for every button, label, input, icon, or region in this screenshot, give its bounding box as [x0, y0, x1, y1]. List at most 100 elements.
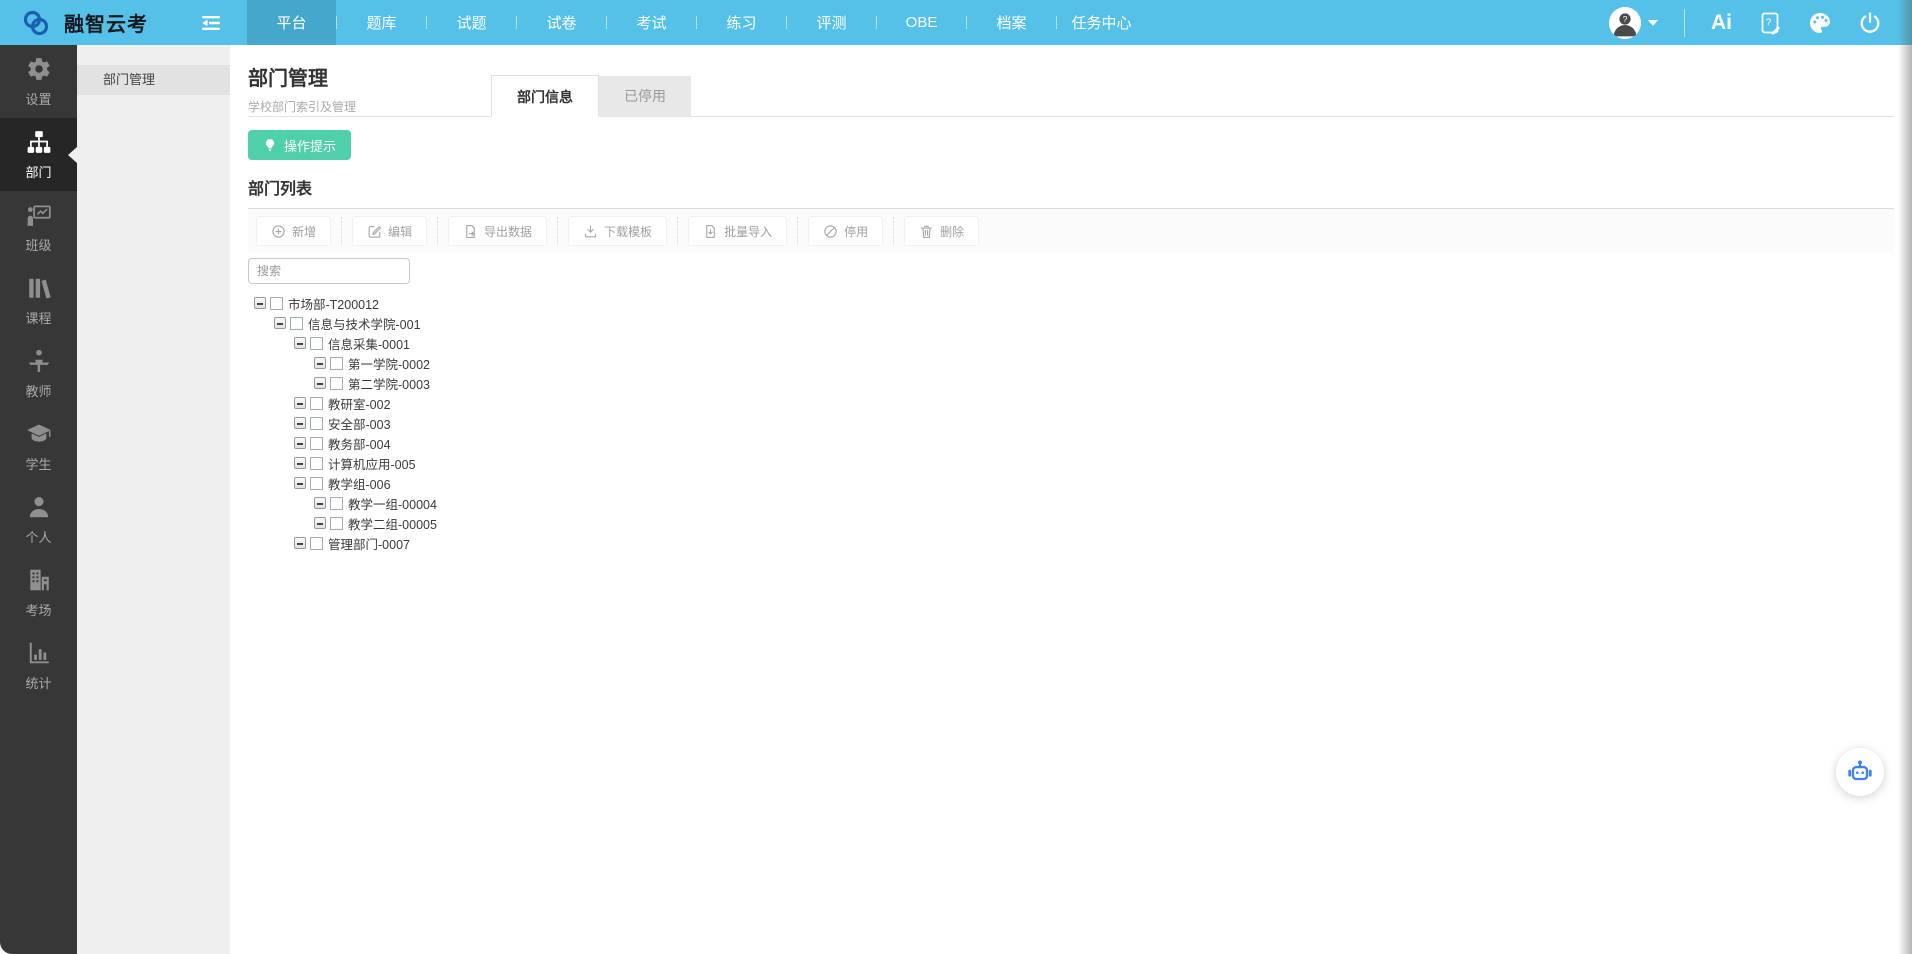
collapse-toggle-icon[interactable]	[294, 337, 306, 349]
tree-checkbox[interactable]	[330, 356, 343, 370]
nav-item-task-center[interactable]: 任务中心	[1057, 0, 1146, 45]
download-template-button[interactable]: 下载模板	[568, 216, 668, 246]
tab-disabled[interactable]: 已停用	[599, 76, 691, 117]
nav-item-papers[interactable]: 试卷	[517, 0, 606, 45]
collapse-toggle-icon[interactable]	[294, 437, 306, 449]
tree-node-label[interactable]: 教务部-004	[328, 434, 391, 453]
tree-node-label[interactable]: 教学二组-00005	[348, 514, 437, 533]
tree-node-label[interactable]: 第一学院-0002	[348, 354, 430, 373]
export-data-button[interactable]: 导出数据	[448, 216, 548, 246]
chatbot-fab[interactable]	[1836, 748, 1884, 796]
power-logout-icon[interactable]	[1858, 11, 1882, 35]
tree-node-label[interactable]: 教学一组-00004	[348, 494, 437, 513]
collapse-toggle-icon[interactable]	[274, 317, 286, 329]
nav-item-evaluation[interactable]: 评测	[787, 0, 876, 45]
avatar[interactable]: ?	[1609, 6, 1641, 39]
collapse-menu-icon[interactable]	[199, 11, 223, 35]
collapse-toggle-icon[interactable]	[294, 417, 306, 429]
brand: 融智云考	[0, 7, 185, 39]
tree-node[interactable]: 信息与技术学院-001	[248, 313, 1894, 333]
sidebar-item-label: 学生	[25, 456, 52, 472]
tree-node[interactable]: 教学组-006	[248, 473, 1894, 493]
export-data-button-label: 导出数据	[484, 224, 533, 239]
sidebar-item-teacher[interactable]: 教师	[0, 337, 77, 410]
tree-node[interactable]: 教务部-004	[248, 433, 1894, 453]
theme-palette-icon[interactable]	[1808, 11, 1832, 35]
sidebar-item-settings[interactable]: 设置	[0, 45, 77, 118]
collapse-toggle-icon[interactable]	[314, 497, 326, 509]
tree-checkbox[interactable]	[310, 476, 323, 490]
feedback-doc-icon[interactable]: ?	[1758, 11, 1782, 35]
edit-icon	[368, 225, 382, 238]
collapse-toggle-icon[interactable]	[314, 517, 326, 529]
nav-item-exams[interactable]: 考试	[607, 0, 696, 45]
collapse-toggle-icon[interactable]	[294, 397, 306, 409]
tree-node[interactable]: 计算机应用-005	[248, 453, 1894, 473]
tree-checkbox[interactable]	[310, 536, 323, 550]
tree-node[interactable]: 安全部-003	[248, 413, 1894, 433]
tab-department-info[interactable]: 部门信息	[491, 75, 599, 117]
tree-node-label[interactable]: 安全部-003	[328, 414, 391, 433]
sidebar-item-class[interactable]: 班级	[0, 191, 77, 264]
batch-import-button[interactable]: 批量导入	[688, 216, 788, 246]
tree-node[interactable]: 第一学院-0002	[248, 353, 1894, 373]
nav-item-archives[interactable]: 档案	[967, 0, 1056, 45]
top-nav: 平台 题库 试题 试卷 考试 练习 评测 OBE 档案 任务中心	[247, 0, 1146, 45]
tree-node[interactable]: 市场部-T200012	[248, 293, 1894, 313]
collapse-toggle-icon[interactable]	[294, 457, 306, 469]
delete-button[interactable]: 删除	[904, 216, 980, 246]
tree-checkbox[interactable]	[310, 416, 323, 430]
tree-node-label[interactable]: 第二学院-0003	[348, 374, 430, 393]
nav-item-platform[interactable]: 平台	[247, 0, 336, 45]
tree-node-label[interactable]: 管理部门-0007	[328, 534, 410, 553]
sidebar-item-exam-room[interactable]: 考场	[0, 556, 77, 629]
edit-button-label: 编辑	[388, 224, 413, 239]
ban-icon	[824, 224, 837, 238]
disable-button[interactable]: 停用	[808, 216, 884, 246]
tree-checkbox[interactable]	[310, 396, 323, 410]
user-menu[interactable]: ?	[1609, 6, 1658, 39]
tree-node[interactable]: 教研室-002	[248, 393, 1894, 413]
search-input[interactable]	[248, 258, 410, 284]
tree-checkbox[interactable]	[310, 456, 323, 470]
collapse-toggle-icon[interactable]	[294, 537, 306, 549]
tree-node-label[interactable]: 计算机应用-005	[328, 454, 416, 473]
tree-checkbox[interactable]	[310, 336, 323, 350]
sidebar-item-student[interactable]: 学生	[0, 410, 77, 483]
tree-checkbox[interactable]	[290, 316, 303, 330]
tree-node[interactable]: 信息采集-0001	[248, 333, 1894, 353]
tree-checkbox[interactable]	[330, 516, 343, 530]
collapse-toggle-icon[interactable]	[314, 357, 326, 369]
sidebar-item-personal[interactable]: 个人	[0, 483, 77, 556]
submenu-item-department-management[interactable]: 部门管理	[77, 65, 230, 95]
collapse-toggle-icon[interactable]	[294, 477, 306, 489]
delete-button-label: 删除	[940, 224, 965, 239]
sidebar-item-department[interactable]: 部门	[0, 118, 77, 191]
ai-assistant-button[interactable]: Ai	[1711, 11, 1732, 35]
nav-item-question-bank[interactable]: 题库	[337, 0, 426, 45]
tree-node[interactable]: 教学一组-00004	[248, 493, 1894, 513]
tree-node-label[interactable]: 教学组-006	[328, 474, 391, 493]
tree-node-label[interactable]: 教研室-002	[328, 394, 391, 413]
sidebar-item-statistics[interactable]: 统计	[0, 629, 77, 702]
collapse-toggle-icon[interactable]	[314, 377, 326, 389]
tree-checkbox[interactable]	[310, 436, 323, 450]
collapse-toggle-icon[interactable]	[254, 297, 266, 309]
tree-node[interactable]: 管理部门-0007	[248, 533, 1894, 553]
tree-checkbox[interactable]	[270, 296, 283, 310]
nav-item-obe[interactable]: OBE	[877, 0, 966, 45]
tree-node-label[interactable]: 市场部-T200012	[288, 294, 379, 313]
tree-node[interactable]: 教学二组-00005	[248, 513, 1894, 533]
edit-button[interactable]: 编辑	[352, 216, 428, 246]
sidebar-item-course[interactable]: 课程	[0, 264, 77, 337]
tree-checkbox[interactable]	[330, 496, 343, 510]
tree-node-label[interactable]: 信息采集-0001	[328, 334, 410, 353]
nav-item-questions[interactable]: 试题	[427, 0, 516, 45]
nav-item-practice[interactable]: 练习	[697, 0, 786, 45]
tree-node-label[interactable]: 信息与技术学院-001	[308, 314, 421, 333]
top-bar: 融智云考 平台 题库 试题 试卷 考试 练习 评测 OBE 档案 任务中心 ? …	[0, 0, 1912, 45]
tree-node[interactable]: 第二学院-0003	[248, 373, 1894, 393]
tree-checkbox[interactable]	[330, 376, 343, 390]
operation-tips-button[interactable]: 操作提示	[248, 130, 352, 160]
add-button[interactable]: 新增	[256, 216, 332, 246]
